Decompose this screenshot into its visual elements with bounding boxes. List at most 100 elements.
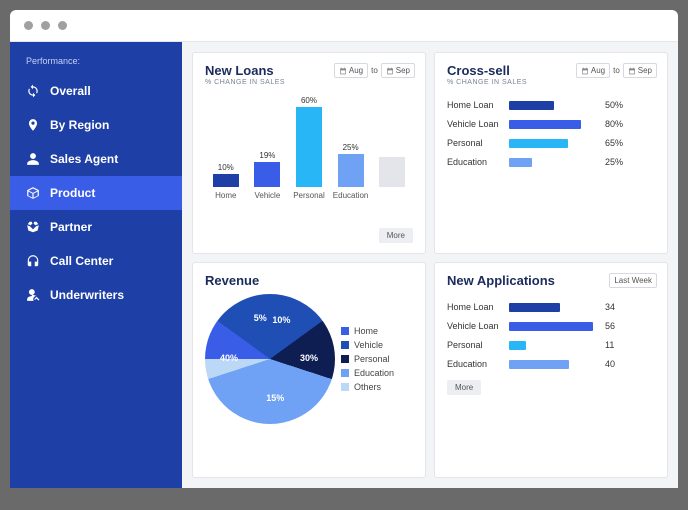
revenue-legend: Home Vehicle Personal Education Others [341, 326, 394, 392]
hbar-value: 40 [605, 359, 615, 369]
sidebar-item-label: Call Center [50, 254, 113, 268]
handshake-icon [26, 220, 40, 234]
card-subtitle: % CHANGE IN SALES [447, 79, 655, 86]
hbar-row: Education 25% [447, 157, 655, 167]
hbar-label: Education [447, 157, 509, 167]
hbar-value: 65% [605, 138, 623, 148]
more-button[interactable]: More [447, 380, 481, 395]
bar-category: Vehicle [254, 191, 280, 200]
person-icon [26, 152, 40, 166]
bar-rect [296, 107, 322, 187]
main-content: New Loans % CHANGE IN SALES Aug to Sep 1… [182, 42, 678, 488]
hbar-value: 11 [605, 340, 614, 350]
legend-label: Others [354, 382, 381, 392]
traffic-light-icon[interactable] [58, 21, 67, 30]
period-control: Last Week [609, 273, 657, 288]
sidebar-item-overall[interactable]: Overall [10, 74, 182, 108]
hbar-track [509, 322, 599, 331]
browser-frame: Performance: Overall By Region Sales Age… [10, 10, 678, 488]
traffic-light-icon[interactable] [24, 21, 33, 30]
date-from-button[interactable]: Aug [334, 63, 368, 78]
pie-slice-label: 5% [254, 313, 267, 323]
pie-slice-label: 40% [220, 353, 238, 363]
map-pin-icon [26, 118, 40, 132]
sidebar-item-product[interactable]: Product [10, 176, 182, 210]
hbar-row: Vehicle Loan 56 [447, 321, 655, 331]
window-chrome [10, 10, 678, 42]
hbar-label: Personal [447, 138, 509, 148]
sidebar-item-call-center[interactable]: Call Center [10, 244, 182, 278]
pie-slice-label: 15% [266, 393, 284, 403]
date-from-button[interactable]: Aug [576, 63, 610, 78]
card-new-loans: New Loans % CHANGE IN SALES Aug to Sep 1… [192, 52, 426, 254]
bar-value: 25% [343, 143, 359, 152]
hbar-value: 50% [605, 100, 623, 110]
card-revenue: Revenue 10%30%15%40%5% HomeVehiclePerson… [192, 262, 426, 478]
hbar-row: Personal 65% [447, 138, 655, 148]
bar-category: Home [215, 191, 236, 200]
card-title: Revenue [205, 273, 413, 288]
hbar-label: Vehicle Loan [447, 119, 509, 129]
hbar-value: 25% [605, 157, 623, 167]
legend-item: Others [341, 382, 394, 392]
hbar-label: Vehicle Loan [447, 321, 509, 331]
legend-swatch [341, 383, 349, 391]
hbar-value: 56 [605, 321, 615, 331]
hbar-row: Home Loan 34 [447, 302, 655, 312]
sidebar-item-partner[interactable]: Partner [10, 210, 182, 244]
hbar-row: Education 40 [447, 359, 655, 369]
hbar-label: Personal [447, 340, 509, 350]
date-to-word: to [371, 66, 378, 75]
revenue-pie-chart: 10%30%15%40%5% [205, 294, 335, 424]
person-check-icon [26, 288, 40, 302]
card-subtitle: % CHANGE IN SALES [205, 79, 413, 86]
calendar-icon [581, 67, 589, 75]
hbar-track [509, 101, 599, 110]
legend-swatch [341, 341, 349, 349]
date-to-word: to [613, 66, 620, 75]
sidebar-item-label: Product [50, 186, 95, 200]
sidebar-item-sales-agent[interactable]: Sales Agent [10, 142, 182, 176]
headset-icon [26, 254, 40, 268]
bar-column: 60%Personal [292, 96, 326, 200]
cross-sell-bars: Home Loan50% Vehicle Loan80% Personal 65% Ed… [447, 100, 655, 167]
hbar-row: Vehicle Loan80% [447, 119, 655, 129]
hbar-label: Education [447, 359, 509, 369]
period-button[interactable]: Last Week [609, 273, 657, 288]
legend-label: Education [354, 368, 394, 378]
date-to-button[interactable]: Sep [623, 63, 657, 78]
legend-label: Personal [354, 354, 390, 364]
sidebar-item-label: Partner [50, 220, 92, 234]
calendar-icon [339, 67, 347, 75]
sidebar-item-label: Overall [50, 84, 91, 98]
sidebar-item-region[interactable]: By Region [10, 108, 182, 142]
date-to-button[interactable]: Sep [381, 63, 415, 78]
bar-rect [338, 154, 364, 187]
new-loans-bar-chart: 10% Home 19% Vehicle 60%Personal 25% Education [205, 96, 413, 200]
bar-value: 10% [218, 163, 234, 172]
calendar-icon [628, 67, 636, 75]
legend-item: Vehicle [341, 340, 394, 350]
hbar-track [509, 139, 599, 148]
hbar-track [509, 360, 599, 369]
card-cross-sell: Cross-sell % CHANGE IN SALES Aug to Sep … [434, 52, 668, 254]
bar-category: Education [333, 191, 369, 200]
app-shell: Performance: Overall By Region Sales Age… [10, 42, 678, 488]
hbar-label: Home Loan [447, 302, 509, 312]
hbar-row: Home Loan50% [447, 100, 655, 110]
bar-value: 19% [259, 151, 275, 160]
more-button[interactable]: More [379, 228, 413, 243]
hbar-track [509, 158, 599, 167]
sidebar-item-label: Sales Agent [50, 152, 118, 166]
legend-item: Personal [341, 354, 394, 364]
legend-swatch [341, 355, 349, 363]
refresh-icon [26, 84, 40, 98]
legend-item: Home [341, 326, 394, 336]
sidebar-header: Performance: [10, 56, 182, 74]
traffic-light-icon[interactable] [41, 21, 50, 30]
bar-placeholder [375, 146, 409, 200]
sidebar-item-underwriters[interactable]: Underwriters [10, 278, 182, 312]
hbar-value: 34 [605, 302, 615, 312]
legend-label: Vehicle [354, 340, 383, 350]
bar-rect [213, 174, 239, 187]
